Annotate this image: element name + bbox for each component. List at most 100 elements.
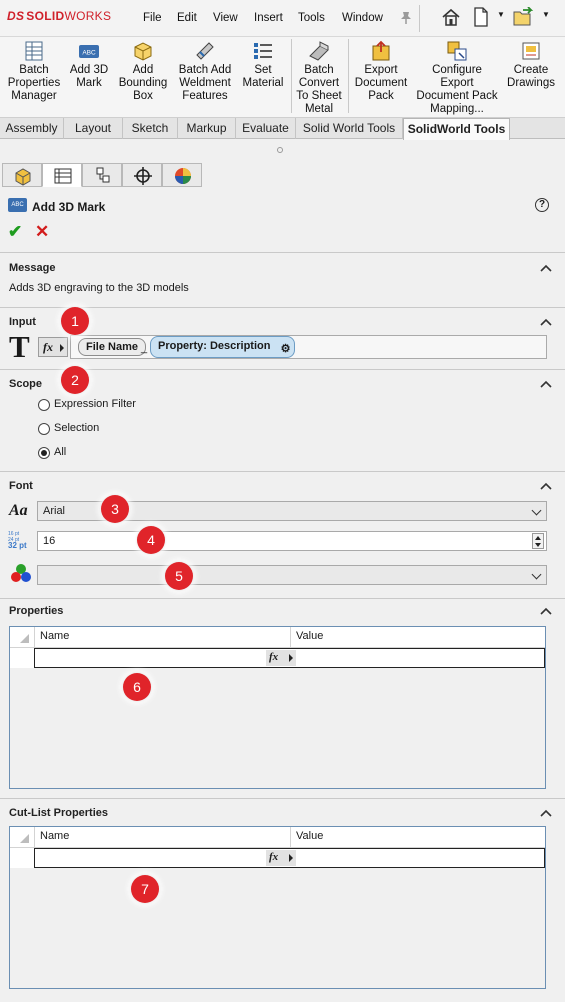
panel-splitter-grip[interactable] <box>277 147 283 153</box>
pin-icon[interactable] <box>399 10 413 24</box>
submenu-arrow-icon <box>60 344 64 352</box>
tab-assembly[interactable]: Assembly <box>0 118 64 139</box>
new-dropdown-icon[interactable]: ▼ <box>497 10 505 19</box>
configure-export-mapping-button[interactable]: Configure Export Document Pack Mapping..… <box>414 40 500 116</box>
grid-header: Name Value <box>10 827 545 847</box>
value-function-button[interactable]: fx <box>266 850 296 866</box>
spin-up-icon[interactable] <box>535 536 541 540</box>
properties-table-icon <box>25 41 43 61</box>
font-size-icon: 16 pt 24 pt 32 pt <box>8 531 27 550</box>
insert-function-button[interactable]: fx <box>38 337 68 357</box>
gear-icon[interactable]: ⚙ <box>281 340 291 358</box>
open-folder-icon[interactable] <box>513 7 535 27</box>
menu-insert[interactable]: Insert <box>254 12 283 24</box>
ribbon-separator <box>348 39 349 113</box>
add-3d-mark-button[interactable]: ABC Add 3D Mark <box>67 40 111 90</box>
tab-feature-manager[interactable] <box>2 163 42 187</box>
text-icon: T <box>9 329 30 364</box>
help-icon[interactable]: ? <box>535 198 549 212</box>
tab-display-manager[interactable] <box>162 163 202 187</box>
select-all-corner-icon[interactable] <box>20 834 29 843</box>
collapse-properties-icon[interactable] <box>540 607 552 615</box>
column-separator <box>34 827 35 847</box>
select-all-corner-icon[interactable] <box>20 634 29 643</box>
command-manager: Batch Properties Manager ABC Add 3D Mark… <box>0 37 565 117</box>
radio-button[interactable] <box>38 399 50 411</box>
menu-file[interactable]: File <box>143 12 162 24</box>
text-expression-field[interactable]: File Name _ Property: Description ⚙ <box>70 335 547 359</box>
column-header-name[interactable]: Name <box>40 630 69 642</box>
open-dropdown-icon[interactable]: ▼ <box>542 10 550 19</box>
section-divider <box>0 307 565 308</box>
table-row[interactable]: fx <box>10 647 545 668</box>
set-material-button[interactable]: Set Material <box>239 40 287 90</box>
tab-solidworld-tools[interactable]: SolidWorld Tools <box>403 118 510 140</box>
tab-configuration-manager[interactable] <box>82 163 122 187</box>
add-3d-mark-icon: ABC <box>8 198 27 212</box>
font-section-title[interactable]: Font <box>9 480 33 492</box>
table-row[interactable]: fx <box>10 847 545 868</box>
font-size-stepper[interactable]: 16 <box>37 531 547 551</box>
font-face-icon: Aa <box>9 502 28 519</box>
properties-section-title[interactable]: Properties <box>9 605 63 617</box>
file-name-token[interactable]: File Name <box>78 338 146 356</box>
cancel-button[interactable]: ✕ <box>35 222 49 242</box>
scope-section-title[interactable]: Scope <box>9 378 42 390</box>
tab-solid-world-tools[interactable]: Solid World Tools <box>296 118 403 139</box>
radio-button-selected[interactable] <box>38 447 50 459</box>
collapse-message-icon[interactable] <box>540 264 552 272</box>
collapse-scope-icon[interactable] <box>540 380 552 388</box>
column-header-name[interactable]: Name <box>40 830 69 842</box>
collapse-cutlist-icon[interactable] <box>540 809 552 817</box>
crosshair-icon <box>134 167 152 185</box>
tab-evaluate[interactable]: Evaluate <box>236 118 296 139</box>
callout-2: 2 <box>61 366 89 394</box>
solidworks-logo: DS SOLIDWORKS <box>7 9 112 23</box>
batch-add-weldment-features-button[interactable]: Batch Add Weldment Features <box>175 40 235 103</box>
callout-1: 1 <box>61 307 89 335</box>
tab-layout[interactable]: Layout <box>64 118 123 139</box>
section-divider <box>0 471 565 472</box>
spin-buttons[interactable] <box>532 533 544 549</box>
export-pack-icon <box>372 40 390 61</box>
spin-down-icon[interactable] <box>535 543 541 547</box>
chevron-down-icon <box>531 505 542 516</box>
cutlist-properties-grid[interactable]: Name Value fx <box>9 826 546 989</box>
abc-mark-icon: ABC <box>79 45 99 58</box>
new-document-icon[interactable] <box>473 7 489 27</box>
collapse-input-icon[interactable] <box>540 318 552 326</box>
properties-grid[interactable]: Name Value fx <box>9 626 546 789</box>
tab-property-manager[interactable] <box>42 163 82 187</box>
value-function-button[interactable]: fx <box>266 650 296 666</box>
home-icon[interactable] <box>441 8 461 27</box>
export-document-pack-button[interactable]: Export Document Pack <box>352 40 410 103</box>
cutlist-section-title[interactable]: Cut-List Properties <box>9 807 108 819</box>
menu-tools[interactable]: Tools <box>298 12 325 24</box>
callout-6: 6 <box>123 673 151 701</box>
property-description-token[interactable]: Property: Description ⚙ <box>150 336 296 358</box>
batch-properties-manager-button[interactable]: Batch Properties Manager <box>5 40 63 103</box>
tab-markup[interactable]: Markup <box>178 118 236 139</box>
create-drawings-button[interactable]: Create Drawings <box>503 40 559 90</box>
section-divider <box>0 798 565 799</box>
batch-convert-sheet-metal-button[interactable]: Batch Convert To Sheet Metal <box>295 40 343 116</box>
menu-window[interactable]: Window <box>342 12 383 24</box>
command-tabs: Assembly Layout Sketch Markup Evaluate S… <box>0 117 565 140</box>
token-separator: _ <box>141 342 148 354</box>
column-header-value[interactable]: Value <box>296 830 323 842</box>
message-section-title[interactable]: Message <box>9 262 55 274</box>
ok-button[interactable]: ✔ <box>8 222 22 242</box>
svg-text:ABC: ABC <box>82 50 96 57</box>
font-color-select[interactable] <box>37 565 547 585</box>
tab-sketch[interactable]: Sketch <box>123 118 178 139</box>
collapse-font-icon[interactable] <box>540 482 552 490</box>
configure-mapping-icon <box>447 41 467 61</box>
tab-dimxpert-manager[interactable] <box>122 163 162 187</box>
menu-view[interactable]: View <box>213 12 238 24</box>
weldment-icon <box>196 42 214 60</box>
radio-button[interactable] <box>38 423 50 435</box>
input-section-title[interactable]: Input <box>9 316 36 328</box>
add-bounding-box-button[interactable]: Add Bounding Box <box>116 40 170 103</box>
menu-edit[interactable]: Edit <box>177 12 197 24</box>
column-header-value[interactable]: Value <box>296 630 323 642</box>
